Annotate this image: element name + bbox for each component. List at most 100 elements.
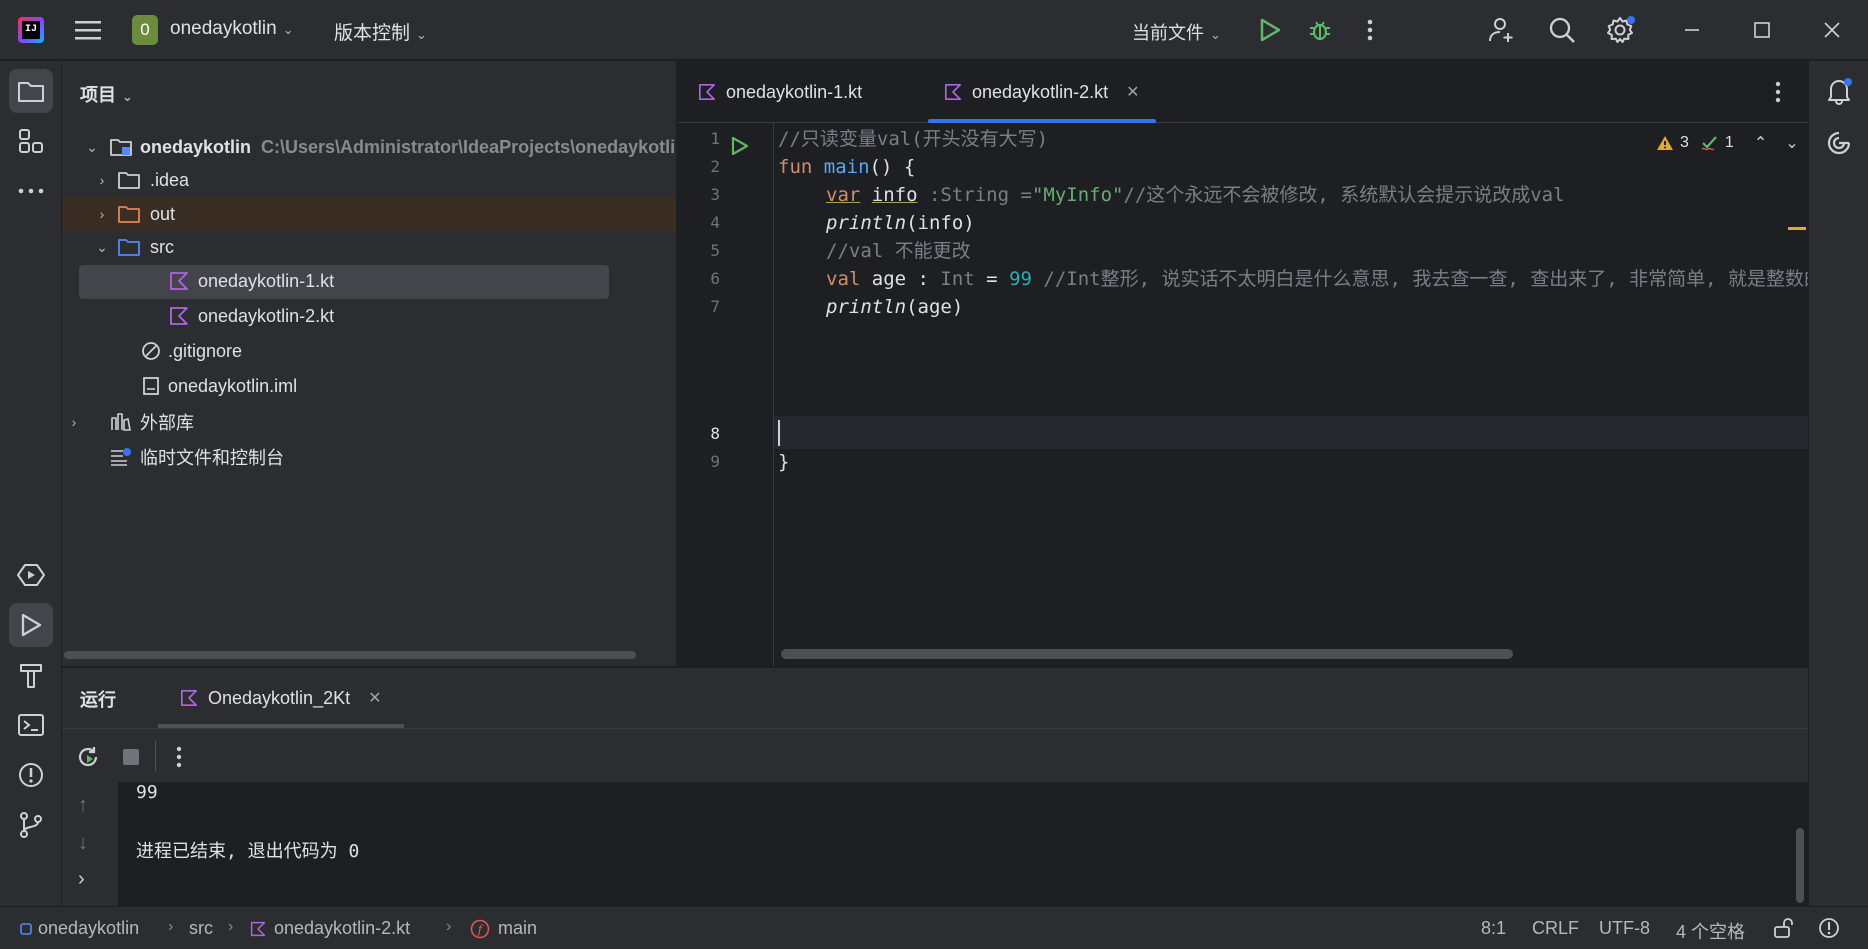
project-view-selector[interactable]: 项目 ⌄ <box>80 81 133 107</box>
chevron-down-icon[interactable]: ⌄ <box>84 139 100 156</box>
settings-gear-icon[interactable] <box>1602 12 1638 48</box>
chevron-down-icon[interactable]: ⌄ <box>94 239 110 256</box>
console-output[interactable]: 99 进程已结束, 退出代码为 0 <box>118 782 1808 907</box>
kotlin-file-icon <box>250 921 266 936</box>
left-tool-window-bar <box>0 61 62 906</box>
tree-item-idea[interactable]: › .idea <box>62 163 676 197</box>
horizontal-scrollbar[interactable] <box>781 649 1513 659</box>
editor-tab-file-1[interactable]: onedaykotlin-1.kt <box>698 61 862 123</box>
ai-assistant-icon[interactable] <box>1817 121 1861 165</box>
stop-icon[interactable] <box>122 748 140 766</box>
console-line: 99 <box>136 782 158 803</box>
vertical-scrollbar[interactable] <box>1796 828 1804 903</box>
code-line-7[interactable]: println(age) <box>826 291 963 324</box>
breadcrumb-function[interactable]: f main <box>470 918 537 939</box>
line-number: 6 <box>710 269 720 288</box>
project-badge[interactable]: 0 <box>132 15 158 45</box>
close-tab-icon[interactable]: ✕ <box>1126 82 1139 102</box>
editor-gutter <box>678 123 774 666</box>
debug-icon[interactable] <box>1302 12 1338 48</box>
chevron-right-icon[interactable]: › <box>66 414 82 430</box>
scroll-down-icon[interactable]: ↓ <box>78 832 88 855</box>
file-encoding[interactable]: UTF-8 <box>1599 918 1650 939</box>
ignored-file-icon <box>140 340 162 362</box>
text-caret <box>778 420 780 446</box>
code-line-9[interactable]: } <box>778 446 789 479</box>
run-config-selector[interactable]: 当前文件 ⌄ <box>1132 19 1221 45</box>
close-window-icon[interactable] <box>1814 12 1850 48</box>
tree-item-external-libraries[interactable]: › 外部库 <box>62 405 676 439</box>
chevron-down-icon: ⌄ <box>416 27 427 42</box>
tree-item-kotlin-file-2[interactable]: onedaykotlin-2.kt <box>62 299 676 333</box>
more-options-icon[interactable] <box>176 746 182 768</box>
git-branch-icon[interactable] <box>9 803 53 847</box>
horizontal-scrollbar[interactable] <box>64 651 636 659</box>
caret-position[interactable]: 8:1 <box>1481 918 1506 939</box>
tree-item-gitignore[interactable]: .gitignore <box>62 334 676 368</box>
vcs-menu[interactable]: 版本控制 ⌄ <box>334 18 427 45</box>
tree-item-out[interactable]: › out <box>62 197 676 231</box>
code-line-6[interactable]: val age : Int = 99 //Int整形, 说实话不太明白是什么意思… <box>826 263 1808 296</box>
unlock-icon[interactable] <box>1772 917 1794 939</box>
project-tool-icon[interactable] <box>9 69 53 113</box>
run-toolbar <box>62 728 1808 782</box>
run-icon[interactable] <box>1252 12 1288 48</box>
inspection-widget[interactable]: 3 1 ⌃ ⌄ <box>1656 133 1799 153</box>
breadcrumb-project[interactable]: onedaykotlin <box>20 918 139 939</box>
run-tool-icon[interactable] <box>9 603 53 647</box>
breadcrumb-separator: › <box>168 918 174 935</box>
tree-item-iml[interactable]: onedaykotlin.iml <box>62 369 676 403</box>
close-tab-icon[interactable]: ✕ <box>368 688 381 708</box>
status-bar: onedaykotlin › src › onedaykotlin-2.kt ›… <box>0 906 1868 949</box>
tree-item-label: onedaykotlin-2.kt <box>198 305 335 326</box>
line-number: 1 <box>710 129 720 148</box>
excluded-folder-icon <box>118 203 140 225</box>
services-tool-icon[interactable] <box>9 553 53 597</box>
indent-setting[interactable]: 4 个空格 <box>1676 918 1745 944</box>
module-folder-icon <box>110 136 132 158</box>
run-tab[interactable]: Onedaykotlin_2Kt ✕ <box>158 668 404 728</box>
line-number: 2 <box>710 157 720 176</box>
kotlin-file-icon <box>168 270 190 292</box>
breadcrumb-file[interactable]: onedaykotlin-2.kt <box>250 918 410 939</box>
chevron-right-icon[interactable]: › <box>94 172 110 188</box>
next-highlight-icon[interactable]: ⌄ <box>1785 133 1798 153</box>
add-user-icon[interactable] <box>1484 12 1520 48</box>
editor-tab-file-2[interactable]: onedaykotlin-2.kt ✕ <box>928 61 1156 123</box>
more-actions-icon[interactable] <box>1352 12 1388 48</box>
minimize-icon[interactable] <box>1674 12 1710 48</box>
line-number: 9 <box>710 452 720 471</box>
tree-item-label: 临时文件和控制台 <box>140 448 284 468</box>
main-menu-icon[interactable] <box>70 12 106 48</box>
tab-actions-icon[interactable] <box>1775 81 1781 103</box>
chevron-right-icon[interactable]: › <box>78 868 85 891</box>
folder-icon <box>118 169 140 191</box>
tree-item-label: onedaykotlin-1.kt <box>198 270 335 291</box>
maximize-icon[interactable] <box>1744 12 1780 48</box>
previous-highlight-icon[interactable]: ⌃ <box>1754 133 1767 153</box>
line-ending[interactable]: CRLF <box>1532 918 1579 939</box>
intellij-logo-icon[interactable]: IJ <box>18 17 44 43</box>
editor-tab-bar: onedaykotlin-1.kt onedaykotlin-2.kt ✕ <box>678 61 1808 123</box>
chevron-down-icon: ⌄ <box>122 89 133 104</box>
notifications-bell-icon[interactable] <box>1817 69 1861 113</box>
tree-item-kotlin-file-1[interactable]: onedaykotlin-1.kt <box>62 264 676 299</box>
project-switcher[interactable]: onedaykotlin ⌄ <box>170 18 294 40</box>
terminal-icon[interactable] <box>9 703 53 747</box>
problems-indicator-icon[interactable] <box>1818 917 1840 939</box>
problems-icon[interactable] <box>9 753 53 797</box>
structure-tool-icon[interactable] <box>9 119 53 163</box>
scroll-up-icon[interactable]: ↑ <box>78 794 88 817</box>
breadcrumb-src[interactable]: src <box>189 918 213 939</box>
tree-item-scratches[interactable]: 临时文件和控制台 <box>62 440 676 474</box>
warning-stripe-marker[interactable] <box>1788 227 1806 230</box>
gutter-run-icon[interactable] <box>731 136 749 156</box>
chevron-right-icon[interactable]: › <box>94 206 110 222</box>
console-side-toolbar: ↑ ↓ › <box>62 782 118 907</box>
build-hammer-icon[interactable] <box>9 653 53 697</box>
tree-item-root[interactable]: ⌄ onedaykotlin C:\Users\Administrator\Ide… <box>62 130 676 164</box>
more-tools-icon[interactable] <box>9 169 53 213</box>
search-icon[interactable] <box>1544 12 1580 48</box>
rerun-icon[interactable] <box>76 745 100 769</box>
tree-item-src[interactable]: ⌄ src <box>62 230 676 264</box>
